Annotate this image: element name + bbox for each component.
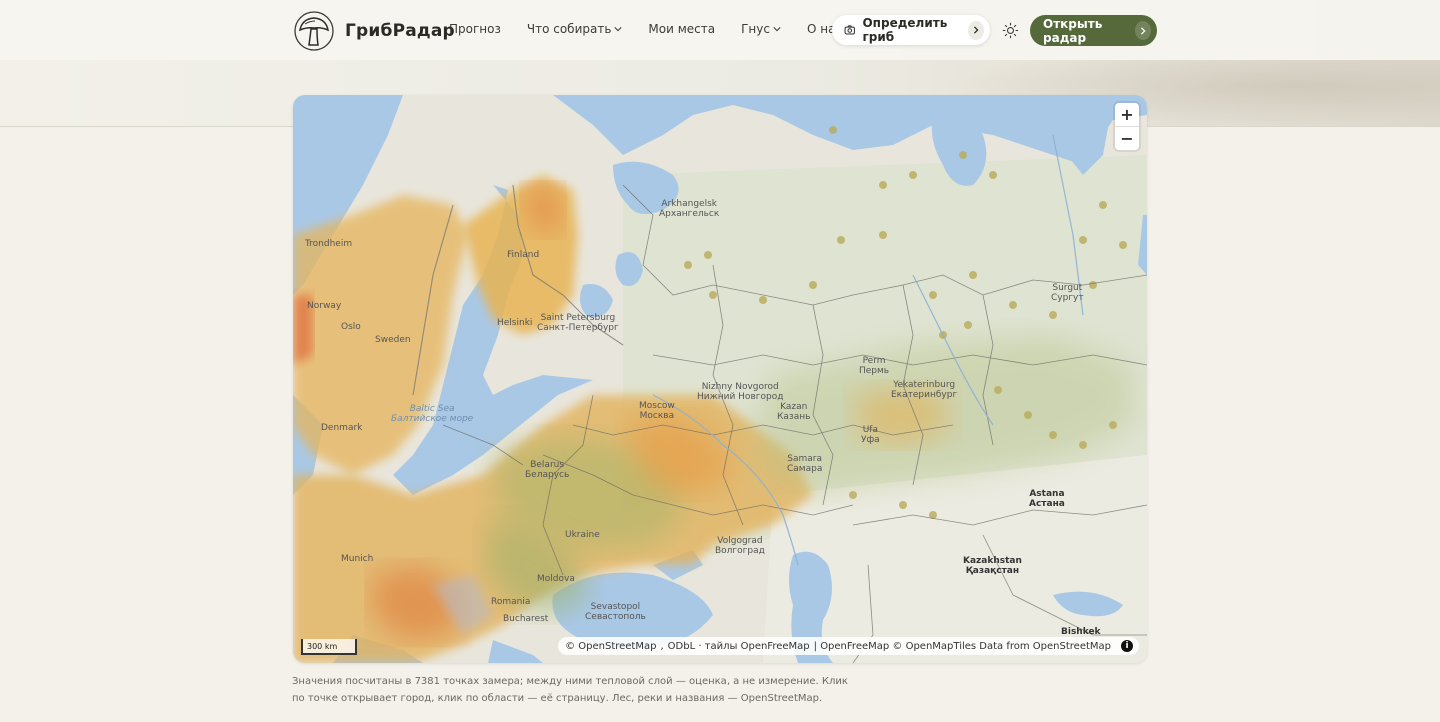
attribution-rest[interactable]: | OpenFreeMap © OpenMapTiles Data from O… bbox=[814, 641, 1111, 652]
brand-logo[interactable]: ГрибРадар bbox=[293, 10, 455, 52]
scale-bar: 300 km bbox=[301, 639, 357, 655]
chevron-right-icon bbox=[1134, 21, 1151, 40]
map-caption: Значения посчитаны в 7381 точках замера;… bbox=[292, 676, 848, 704]
nav-item-label: Гнус bbox=[741, 22, 770, 36]
map-label-yekaterinburg[interactable]: Yekaterinburg Екатеринбург bbox=[891, 380, 957, 400]
chevron-right-icon bbox=[968, 20, 984, 40]
map-label-bucharest[interactable]: Bucharest bbox=[503, 614, 548, 624]
open-radar-button[interactable]: Открыть радар bbox=[1030, 15, 1157, 46]
map-label-surgut[interactable]: Surgut Сургут bbox=[1051, 283, 1084, 303]
nav-item-label: Мои места bbox=[648, 22, 716, 36]
nav-item-forecast[interactable]: Прогноз bbox=[449, 22, 501, 36]
map-label-moscow[interactable]: Moscow Москва bbox=[639, 401, 675, 421]
map-canvas[interactable] bbox=[293, 95, 1147, 663]
map-label-saint-petersburg[interactable]: Saint Petersburg Санкт-Петербург bbox=[537, 313, 619, 333]
map-label-volgograd[interactable]: Volgograd Волгоград bbox=[715, 536, 765, 556]
zoom-out-button[interactable]: − bbox=[1115, 127, 1139, 150]
zoom-controls: + − bbox=[1115, 103, 1139, 150]
map-label-trondheim[interactable]: Trondheim bbox=[305, 239, 352, 249]
site-header: ГрибРадар Прогноз Что собирать Мои места… bbox=[0, 0, 1440, 60]
attribution-osm-link[interactable]: © OpenStreetMap bbox=[565, 641, 656, 652]
mushroom-icon bbox=[294, 11, 334, 51]
map-label-helsinki[interactable]: Helsinki bbox=[497, 318, 532, 328]
map-label-finland[interactable]: Finland bbox=[507, 250, 539, 260]
map-label-baltic-sea: Baltic Sea Балтийское море bbox=[391, 404, 474, 424]
attribution-odbl-link[interactable]: ODbL · тайлы OpenFreeMap bbox=[668, 641, 810, 652]
map-label-arkhangelsk[interactable]: Arkhangelsk Архангельск bbox=[659, 199, 719, 219]
chevron-down-icon bbox=[614, 27, 623, 32]
sun-icon[interactable] bbox=[1002, 22, 1019, 39]
map-label-astana[interactable]: Astana Астана bbox=[1029, 489, 1065, 509]
map-label-ukraine[interactable]: Ukraine bbox=[565, 530, 600, 540]
brand-name: ГрибРадар bbox=[345, 21, 455, 41]
open-radar-label: Открыть радар bbox=[1043, 16, 1103, 45]
chevron-down-icon bbox=[773, 27, 781, 32]
map-label-oslo[interactable]: Oslo bbox=[341, 322, 361, 332]
map-label-nizhny-novgorod[interactable]: Nizhny Novgorod Нижний Новгород bbox=[697, 382, 783, 402]
map-label-belarus[interactable]: Belarus Беларусь bbox=[525, 460, 569, 480]
detect-mushroom-button[interactable]: Определить гриб bbox=[832, 15, 990, 45]
mushroom-map[interactable]: Arkhangelsk Архангельск Trondheim Finland… bbox=[293, 95, 1147, 663]
map-label-denmark[interactable]: Denmark bbox=[321, 423, 362, 433]
map-label-samara[interactable]: Samara Самара bbox=[787, 454, 822, 474]
map-label-ufa[interactable]: Ufa Уфа bbox=[861, 425, 880, 445]
info-icon[interactable]: i bbox=[1121, 640, 1133, 652]
map-label-sevastopol[interactable]: Sevastopol Севастополь bbox=[585, 602, 646, 622]
map-label-perm[interactable]: Perm Пермь bbox=[859, 356, 889, 376]
camera-icon bbox=[844, 25, 855, 35]
map-label-norway[interactable]: Norway bbox=[307, 301, 341, 311]
map-label-moldova[interactable]: Moldova bbox=[537, 574, 575, 584]
nav-item-gnus[interactable]: Гнус bbox=[741, 22, 781, 36]
nav-item-label: Прогноз bbox=[449, 22, 501, 36]
map-label-sweden[interactable]: Sweden bbox=[375, 335, 411, 345]
map-label-munich[interactable]: Munich bbox=[341, 554, 373, 564]
map-attribution: © OpenStreetMap, ODbL · тайлы OpenFreeMa… bbox=[558, 637, 1139, 655]
map-label-kazakhstan[interactable]: Kazakhstan Қазақстан bbox=[963, 556, 1022, 576]
nav-item-what-to-collect[interactable]: Что собирать bbox=[527, 22, 623, 36]
map-label-bishkek[interactable]: Bishkek bbox=[1061, 627, 1101, 637]
map-label-kazan[interactable]: Kazan Казань bbox=[777, 402, 810, 422]
detect-mushroom-label: Определить гриб bbox=[862, 16, 948, 44]
nav-item-my-places[interactable]: Мои места bbox=[648, 22, 715, 36]
map-label-romania[interactable]: Romania bbox=[491, 597, 530, 607]
main-nav: Прогноз Что собирать Мои места Гнус О на… bbox=[449, 22, 879, 36]
nav-item-label: Что собирать bbox=[526, 22, 612, 36]
zoom-in-button[interactable]: + bbox=[1115, 103, 1139, 127]
